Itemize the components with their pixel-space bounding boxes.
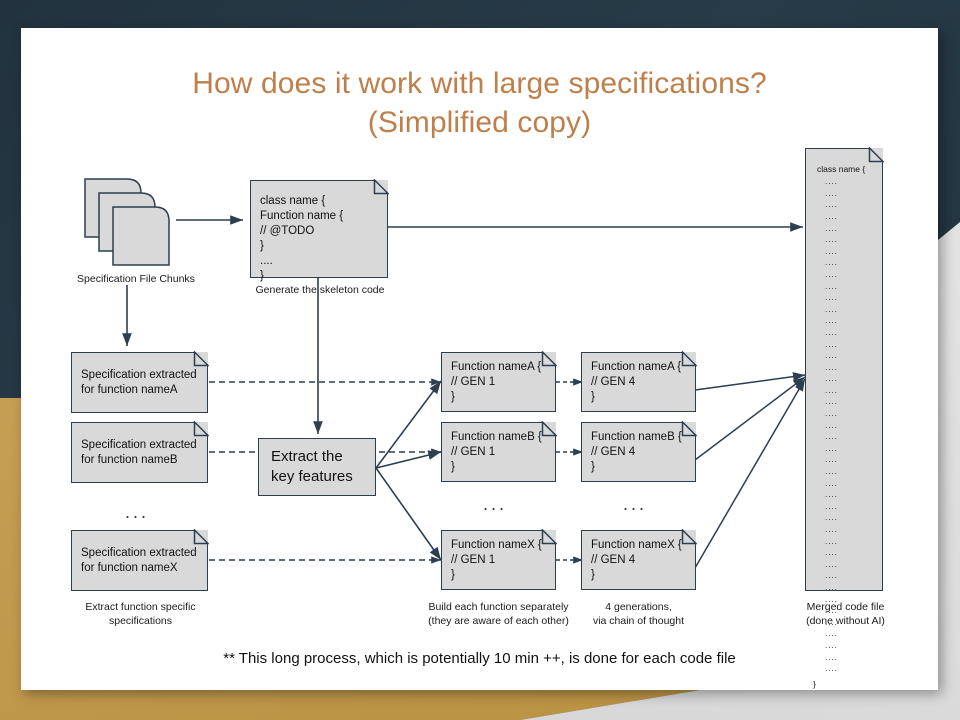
folded-corner-icon (868, 147, 884, 163)
spec-extracted-node-b[interactable]: Specification extracted for function nam… (71, 421, 209, 483)
gen4-list-ellipsis: ... (623, 494, 648, 514)
gen4-node-a[interactable]: Function nameA { // GEN 4 } (581, 351, 697, 412)
merged-code-line: .... (825, 362, 838, 372)
extract-key-features-node[interactable]: Extract the key features (258, 438, 376, 496)
merged-code-line: .... (825, 316, 838, 326)
merged-code-line: .... (825, 258, 838, 268)
merged-code-line: .... (825, 455, 838, 465)
gen4-x-text: Function nameX { // GEN 4 } (591, 538, 682, 581)
merged-code-line: .... (825, 478, 838, 488)
skeleton-code-node[interactable]: class name { Function name { // @TODO } … (250, 179, 389, 282)
merged-code-line: .... (825, 548, 838, 558)
spec-x-text: Specification extracted for function nam… (81, 546, 197, 574)
slide-canvas: How does it work with large specificatio… (0, 0, 960, 720)
spec-column-caption: Extract function specific specifications (85, 601, 196, 627)
gen1-column-caption: Build each function separately (they are… (428, 601, 569, 627)
merged-code-line: .... (825, 536, 838, 546)
spec-b-text: Specification extracted for function nam… (81, 438, 197, 466)
merged-code-text: class name { ...........................… (813, 164, 877, 689)
gen1-x-text: Function nameX { // GEN 1 } (451, 538, 542, 581)
merged-code-line: .... (825, 501, 838, 511)
merged-code-header: class name { (817, 164, 866, 174)
gen4-node-b[interactable]: Function nameB { // GEN 4 } (581, 421, 697, 482)
merged-code-line: .... (825, 200, 838, 210)
spec-extracted-node-a[interactable]: Specification extracted for function nam… (71, 351, 209, 413)
merged-code-line: .... (825, 513, 838, 523)
gen4-a-text: Function nameA { // GEN 4 } (591, 360, 682, 403)
merged-code-line: .... (825, 246, 838, 256)
spec-list-ellipsis: ... (125, 502, 150, 522)
merged-code-line: .... (825, 177, 838, 187)
gen1-node-x[interactable]: Function nameX { // GEN 1 } (441, 529, 557, 590)
footnote-text: ** This long process, which is potential… (223, 650, 736, 667)
gen1-node-a[interactable]: Function nameA { // GEN 1 } (441, 351, 557, 412)
gen4-node-x[interactable]: Function nameX { // GEN 4 } (581, 529, 697, 590)
gen4-b-text: Function nameB { // GEN 4 } (591, 430, 682, 473)
spec-chunks-icon (84, 178, 170, 266)
slide-surface: How does it work with large specificatio… (21, 28, 938, 690)
merged-code-line: .... (825, 223, 838, 233)
merged-code-footer: } (813, 678, 816, 689)
merged-code-line: .... (825, 443, 838, 453)
spec-a-text: Specification extracted for function nam… (81, 368, 197, 396)
merged-code-lines: ........................................… (817, 177, 877, 674)
merged-code-line: .... (825, 304, 838, 314)
merged-code-line: .... (825, 339, 838, 349)
gen4-column-caption: 4 generations, via chain of thought (592, 601, 685, 627)
merged-code-line: .... (825, 327, 838, 337)
merged-code-caption: Merged code file (done without AI) (806, 601, 885, 627)
merged-code-line: .... (825, 629, 838, 639)
gen1-b-text: Function nameB { // GEN 1 } (451, 430, 542, 473)
spec-extracted-node-x[interactable]: Specification extracted for function nam… (71, 529, 209, 591)
merged-code-line: .... (825, 525, 838, 534)
merged-code-line: .... (825, 351, 838, 361)
gen1-a-text: Function nameA { // GEN 1 } (451, 360, 542, 403)
merged-code-line: .... (825, 571, 838, 581)
merged-code-line: .... (825, 293, 838, 303)
merged-code-line: .... (825, 582, 838, 592)
merged-code-line: .... (825, 188, 838, 198)
merged-code-line: .... (825, 211, 838, 221)
skeleton-code-caption: Generate the skeleton code (255, 284, 385, 296)
merged-code-line: .... (825, 385, 838, 395)
merged-code-line: .... (825, 490, 838, 500)
merged-code-line: .... (825, 467, 838, 477)
merged-code-line: .... (825, 374, 838, 384)
merged-code-line: .... (825, 235, 838, 245)
merged-code-line: .... (825, 409, 838, 419)
gen1-list-ellipsis: ... (483, 494, 508, 514)
merged-code-line: .... (825, 559, 838, 569)
merged-code-line: .... (825, 432, 838, 442)
spec-chunks-caption: Specification File Chunks (77, 273, 195, 285)
merged-code-line: .... (825, 281, 838, 291)
merged-code-line: .... (825, 420, 838, 430)
merged-code-line: .... (825, 269, 838, 279)
merged-code-line: .... (825, 397, 838, 407)
extract-key-features-label: Extract the key features (271, 448, 353, 485)
gen1-node-b[interactable]: Function nameB { // GEN 1 } (441, 421, 557, 482)
merged-code-file-node[interactable]: class name { ...........................… (805, 147, 884, 689)
skeleton-code-text: class name { Function name { // @TODO } … (260, 195, 344, 282)
